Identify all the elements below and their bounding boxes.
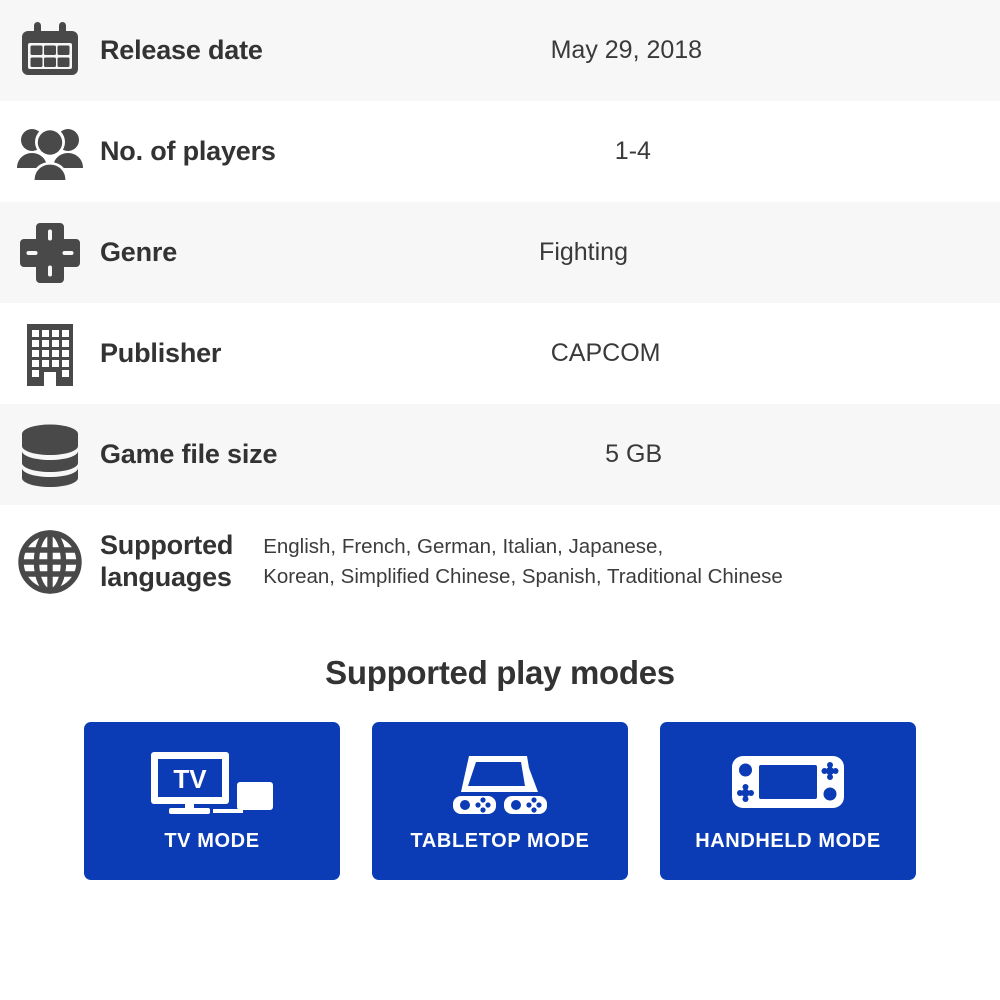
spec-row-game-file-size: Game file size 5 GB xyxy=(0,404,1000,505)
play-mode-label: TV MODE xyxy=(164,830,260,852)
svg-text:TV: TV xyxy=(173,764,207,794)
supported-play-modes-section: Supported play modes TV TV MODE TABLETOP… xyxy=(0,618,1000,880)
spec-row-supported-languages: Supported languages English, French, Ger… xyxy=(0,505,1000,618)
spec-value: 1-4 xyxy=(614,137,651,165)
play-mode-card-handheld[interactable]: HANDHELD MODE xyxy=(660,722,916,880)
spec-label: Genre xyxy=(100,236,178,267)
spec-label-supported-languages: Supported languages xyxy=(100,530,233,594)
play-mode-card-tv[interactable]: TV TV MODE xyxy=(84,722,340,880)
tv-mode-icon: TV xyxy=(149,746,275,818)
game-details-page: Release date May 29, 2018 No. of players… xyxy=(0,0,1000,1000)
play-mode-card-tabletop[interactable]: TABLETOP MODE xyxy=(372,722,628,880)
spec-value: May 29, 2018 xyxy=(550,36,703,64)
handheld-mode-icon xyxy=(730,746,846,818)
globe-icon xyxy=(0,529,100,595)
spec-row-release-date: Release date May 29, 2018 xyxy=(0,0,1000,101)
spec-value: Fighting xyxy=(539,238,628,266)
spec-row-no-of-players: No. of players 1-4 xyxy=(0,101,1000,202)
spec-label: Game file size xyxy=(100,438,278,469)
tabletop-mode-icon xyxy=(445,746,555,818)
languages-line-2: Korean, Simplified Chinese, Spanish, Tra… xyxy=(263,564,783,588)
spec-label: Publisher xyxy=(100,337,222,368)
play-mode-card-list: TV TV MODE TABLETOP MODE HANDHELD MODE xyxy=(0,722,1000,880)
supported-languages-value: English, French, German, Italian, Japane… xyxy=(233,532,1000,591)
play-mode-label: TABLETOP MODE xyxy=(410,830,590,852)
spec-label: No. of players xyxy=(100,135,276,166)
spec-value: 5 GB xyxy=(605,440,663,468)
spec-row-genre: Genre Fighting xyxy=(0,202,1000,303)
spec-label-line1: Supported xyxy=(100,529,234,560)
spec-row-publisher: Publisher CAPCOM xyxy=(0,303,1000,404)
spec-value: CAPCOM xyxy=(550,339,661,367)
game-spec-table: Release date May 29, 2018 No. of players… xyxy=(0,0,1000,618)
spec-label: Release date xyxy=(100,34,263,65)
calendar-icon xyxy=(0,19,100,83)
spec-label-line2: languages xyxy=(100,561,232,592)
supported-play-modes-title: Supported play modes xyxy=(325,654,675,691)
database-icon xyxy=(0,422,100,488)
dpad-icon xyxy=(0,220,100,286)
building-icon xyxy=(0,322,100,386)
play-mode-label: HANDHELD MODE xyxy=(695,830,881,852)
players-icon xyxy=(0,122,100,182)
languages-line-1: English, French, German, Italian, Japane… xyxy=(263,534,664,558)
